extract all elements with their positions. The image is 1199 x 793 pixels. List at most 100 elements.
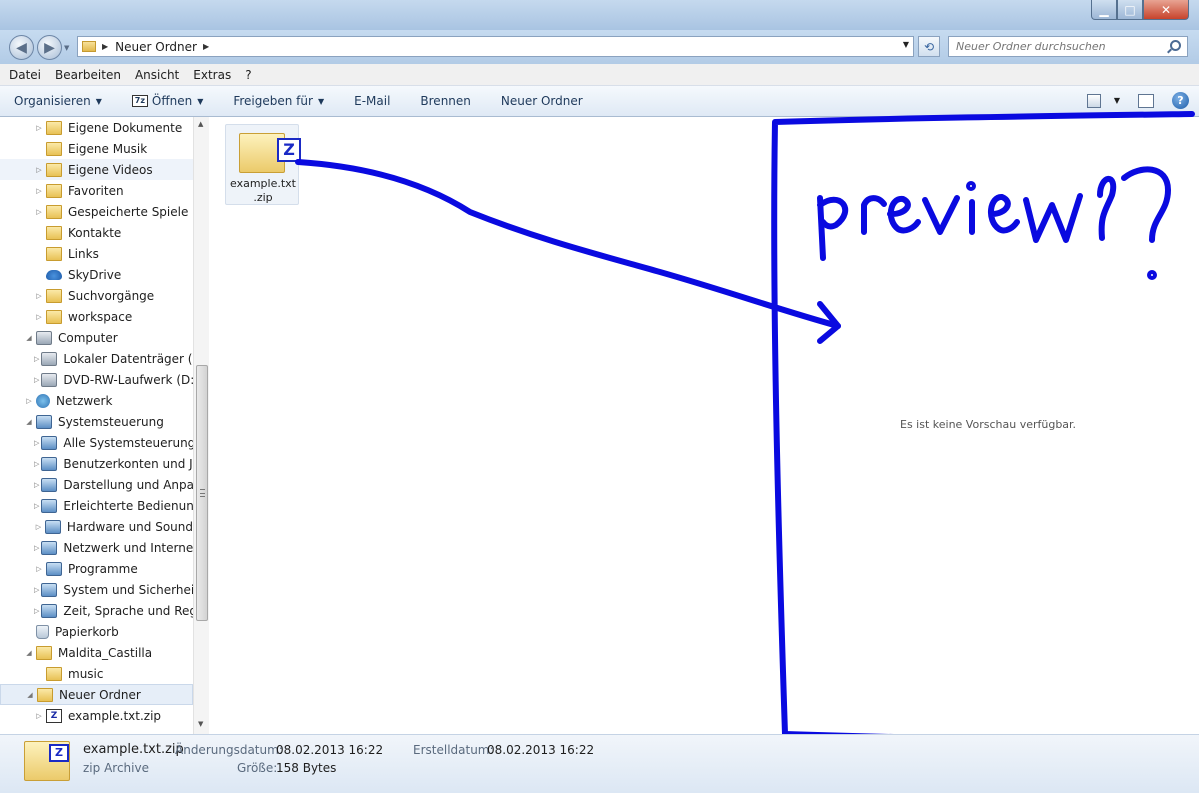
tree-item-11[interactable]: ◢ Computer [0, 327, 193, 348]
expand-arrow-icon[interactable]: ▷ [34, 586, 39, 594]
expand-arrow-icon[interactable]: ▷ [34, 166, 44, 174]
tree-item-18[interactable]: ▷ Darstellung und Anpass [0, 474, 193, 495]
tree-item-27[interactable]: music [0, 663, 193, 684]
address-bar[interactable]: ▶ Neuer Ordner ▶ ▼ [77, 36, 914, 57]
address-dropdown-icon[interactable]: ▼ [903, 40, 909, 49]
collapse-arrow-icon[interactable]: ◢ [24, 649, 34, 657]
preview-pane-icon[interactable] [1138, 93, 1154, 108]
tree-item-1[interactable]: ▷ Eigene Dokumente [0, 117, 193, 138]
tree-item-8[interactable]: SkyDrive [0, 264, 193, 285]
expand-arrow-icon[interactable]: ▷ [34, 565, 44, 573]
help-icon[interactable]: ? [1172, 92, 1189, 109]
tree-item-4[interactable]: ▷ Favoriten [0, 180, 193, 201]
search-input[interactable] [956, 40, 1156, 53]
expand-arrow-icon[interactable]: ▷ [34, 502, 39, 510]
scroll-thumb[interactable] [196, 365, 208, 621]
tree-item-28[interactable]: ◢ Neuer Ordner [0, 684, 193, 705]
folder-icon [36, 645, 52, 660]
expand-arrow-icon[interactable]: ▷ [34, 439, 39, 447]
search-icon[interactable] [1170, 40, 1181, 51]
control-panel-icon [41, 477, 58, 492]
details-pane: Z example.txt.zip zip Archive Änderungsd… [0, 734, 1199, 793]
tree-item-10[interactable]: ▷ workspace [0, 306, 193, 327]
expand-arrow-icon[interactable]: ▷ [34, 712, 44, 720]
expand-arrow-icon[interactable]: ▷ [34, 544, 39, 552]
tree-item-13[interactable]: ▷ DVD-RW-Laufwerk (D:) [0, 369, 193, 390]
tree-item-29[interactable]: ▷ Zexample.txt.zip [0, 705, 193, 726]
menu-help[interactable]: ? [245, 68, 251, 82]
title-bar[interactable]: ▁ □ ✕ [0, 0, 1199, 30]
tree-item-2[interactable]: Eigene Musik [0, 138, 193, 159]
tree-item-19[interactable]: ▷ Erleichterte Bedienung [0, 495, 193, 516]
expand-arrow-icon[interactable]: ▷ [34, 481, 39, 489]
maximize-button[interactable]: □ [1117, 0, 1143, 20]
expand-arrow-icon[interactable]: ▷ [24, 397, 34, 405]
expand-arrow-icon[interactable]: ▷ [34, 376, 39, 384]
refresh-button[interactable]: ⟲ [918, 36, 940, 57]
change-view-icon[interactable] [1086, 93, 1101, 108]
expand-arrow-icon[interactable]: ▷ [34, 124, 44, 132]
view-options-dropdown-icon[interactable]: ▼ [1114, 96, 1120, 105]
breadcrumb-current[interactable]: Neuer Ordner [115, 40, 197, 54]
new-folder-button[interactable]: Neuer Ordner [501, 94, 583, 108]
control-panel-icon [41, 540, 58, 555]
search-box[interactable] [948, 36, 1188, 57]
expand-arrow-icon[interactable]: ▷ [34, 607, 39, 615]
tree-item-20[interactable]: ▷ Hardware und Sound [0, 516, 193, 537]
collapse-arrow-icon[interactable]: ◢ [25, 691, 35, 699]
tree-item-24[interactable]: ▷ Zeit, Sprache und Regio [0, 600, 193, 621]
tree-item-6[interactable]: Kontakte [0, 222, 193, 243]
organize-button[interactable]: Organisieren ▼ [14, 94, 102, 108]
nav-scrollbar[interactable]: ▲ ▼ [193, 117, 209, 734]
tree-item-26[interactable]: ◢ Maldita_Castilla [0, 642, 193, 663]
forward-button[interactable]: ▶ [37, 35, 62, 60]
tree-item-25[interactable]: Papierkorb [0, 621, 193, 642]
expand-arrow-icon[interactable]: ▷ [34, 208, 44, 216]
open-button[interactable]: 7z Öffnen ▼ [131, 94, 203, 108]
tree-item-5[interactable]: ▷ Gespeicherte Spiele [0, 201, 193, 222]
tree-item-label: Hardware und Sound [66, 519, 193, 534]
breadcrumb-chevron-icon[interactable]: ▶ [102, 42, 108, 51]
tree-item-23[interactable]: ▷ System und Sicherheit [0, 579, 193, 600]
tree-item-3[interactable]: ▷ Eigene Videos [0, 159, 193, 180]
tree-item-9[interactable]: ▷ Suchvorgänge [0, 285, 193, 306]
breadcrumb-chevron-icon[interactable]: ▶ [203, 42, 209, 51]
menu-ansicht[interactable]: Ansicht [135, 68, 179, 82]
tree-item-16[interactable]: ▷ Alle Systemsteuerungse [0, 432, 193, 453]
burn-button[interactable]: Brennen [420, 94, 470, 108]
folder-icon [46, 162, 62, 177]
menu-extras[interactable]: Extras [193, 68, 231, 82]
tree-item-15[interactable]: ◢ Systemsteuerung [0, 411, 193, 432]
expand-arrow-icon[interactable]: ▷ [34, 292, 44, 300]
minimize-button[interactable]: ▁ [1091, 0, 1117, 20]
navigation-pane[interactable]: ▷ Eigene Dokumente Eigene Musik ▷ Eigene Vid… [0, 117, 209, 734]
collapse-arrow-icon[interactable]: ◢ [24, 334, 34, 342]
zip-badge-icon: Z [49, 744, 69, 762]
back-button[interactable]: ◀ [9, 35, 34, 60]
close-button[interactable]: ✕ [1143, 0, 1189, 20]
tree-item-12[interactable]: ▷ Lokaler Datenträger (C:) [0, 348, 193, 369]
menu-datei[interactable]: Datei [9, 68, 41, 82]
size-label: Größe: [237, 761, 278, 775]
scroll-down-icon[interactable]: ▼ [198, 720, 203, 728]
expand-arrow-icon[interactable]: ▷ [34, 313, 44, 321]
tree-item-21[interactable]: ▷ Netzwerk und Internet [0, 537, 193, 558]
menu-bearbeiten[interactable]: Bearbeiten [55, 68, 121, 82]
expand-arrow-icon[interactable]: ▷ [34, 460, 39, 468]
recent-pages-dropdown[interactable]: ▼ [64, 44, 69, 52]
expand-arrow-icon[interactable]: ▷ [34, 523, 43, 531]
tree-item-label: Programme [68, 561, 138, 576]
expand-arrow-icon[interactable]: ▷ [34, 355, 39, 363]
tree-item-14[interactable]: ▷ Netzwerk [0, 390, 193, 411]
email-button[interactable]: E-Mail [354, 94, 390, 108]
tree-item-17[interactable]: ▷ Benutzerkonten und Jug [0, 453, 193, 474]
tree-item-22[interactable]: ▷ Programme [0, 558, 193, 579]
expand-arrow-icon[interactable]: ▷ [34, 187, 44, 195]
tree-item-label: Neuer Ordner [59, 687, 141, 702]
scroll-up-icon[interactable]: ▲ [198, 120, 203, 128]
file-item-example-zip[interactable]: Z example.txt .zip [225, 124, 301, 205]
collapse-arrow-icon[interactable]: ◢ [24, 418, 34, 426]
share-button[interactable]: Freigeben für ▼ [233, 94, 324, 108]
tree-item-7[interactable]: Links [0, 243, 193, 264]
folder-icon [46, 204, 62, 219]
